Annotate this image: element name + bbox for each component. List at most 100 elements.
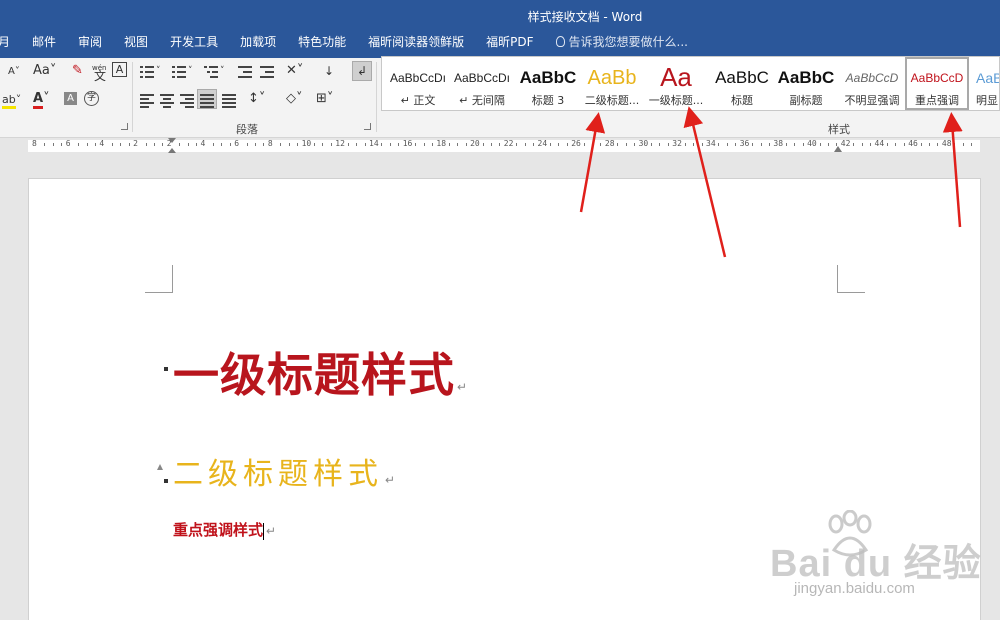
justify-button[interactable]	[197, 89, 217, 109]
tab-view[interactable]: 视图	[124, 33, 148, 50]
paragraph-bullet	[164, 367, 168, 371]
ruler-tick	[886, 143, 888, 146]
tell-me-text: 告诉我您想要做什么...	[568, 34, 688, 49]
ruler-number: 22	[503, 139, 514, 148]
paragraph-dialog-launcher-icon[interactable]	[364, 123, 371, 130]
ruler-tick	[465, 143, 467, 146]
change-case-label: Aa	[33, 63, 50, 78]
highlight-color-button[interactable]: ab˅	[2, 92, 21, 109]
tell-me-search[interactable]: 告诉我您想要做什么...	[555, 33, 688, 50]
line-spacing-icon[interactable]: ↕˅	[248, 91, 265, 107]
ruler-tick	[929, 143, 931, 146]
ruler-tick	[153, 143, 155, 146]
bullets-icon[interactable]	[140, 66, 154, 78]
ruler-tick	[903, 143, 905, 146]
ruler-number: 46	[908, 139, 918, 148]
ruler-tick	[794, 143, 796, 146]
align-right-icon[interactable]	[180, 94, 194, 108]
paragraph-group-label: 段落	[236, 123, 258, 136]
show-formatting-marks-icon[interactable]: ↲	[352, 61, 372, 81]
ruler-number: 30	[638, 139, 649, 148]
ruler-number: 26	[571, 139, 581, 148]
ruler-tick	[381, 143, 383, 146]
decrease-indent-icon[interactable]	[238, 66, 252, 78]
ruler-number: 6	[234, 139, 240, 148]
ruler-tick	[920, 143, 922, 146]
enclose-characters-icon[interactable]: 字	[84, 91, 99, 106]
style-normal[interactable]: AaBbCcDı ↵ 正文	[386, 57, 450, 110]
style-heading-level-2[interactable]: AaBb 二级标题...	[580, 57, 644, 110]
heading-level-2[interactable]: 二级标题样式 ↵	[173, 449, 395, 493]
ruler-tick	[52, 143, 54, 146]
ruler-tick	[566, 143, 568, 146]
ruler-tick	[431, 143, 433, 146]
tab-mailings[interactable]: 邮件	[32, 33, 56, 50]
character-border-button[interactable]: A	[112, 62, 127, 77]
ruler-tick	[120, 143, 122, 146]
tab-developer[interactable]: 开发工具	[170, 33, 218, 50]
style-intense[interactable]: AaBl 明显	[973, 57, 999, 110]
ruler-tick	[196, 143, 198, 146]
increase-indent-icon[interactable]	[260, 66, 274, 78]
ruler-tick	[423, 143, 425, 146]
horizontal-ruler[interactable]: 8 6 4 2 2 4 6 8 10 12 14 16 18 20 22 24 26 28 30 32 34 36 38 40…	[0, 138, 1000, 154]
numbering-icon[interactable]	[172, 66, 186, 78]
title-bar: 样式接收文档 - Word 月 邮件 审阅 视图 开发工具 加载项 特色功能 福…	[0, 0, 1000, 58]
multilevel-list-icon[interactable]	[204, 66, 218, 78]
style-name: 一级标题...	[648, 94, 704, 107]
style-intense-emphasis[interactable]: AaBbCcD 重点强调	[905, 57, 969, 110]
distributed-icon[interactable]	[222, 94, 236, 108]
ruler-tick	[954, 143, 956, 146]
ruler-tick	[625, 143, 627, 146]
style-subtitle[interactable]: AaBbC 副标题	[774, 57, 838, 110]
font-dialog-launcher-icon[interactable]	[121, 123, 128, 130]
asian-layout-icon[interactable]: ✕˅	[286, 63, 303, 79]
font-size-decrease-icon[interactable]: A˅	[8, 64, 20, 80]
intense-emphasis-paragraph[interactable]: 重点强调样式 ↵	[173, 519, 276, 540]
ruler-tick	[533, 143, 535, 146]
ruler-tick	[448, 143, 450, 146]
tab-addins[interactable]: 加载项	[240, 33, 276, 50]
ruler-tick	[187, 143, 189, 146]
align-left-icon[interactable]	[140, 94, 154, 108]
style-subtle-emphasis[interactable]: AaBbCcD 不明显强调	[840, 57, 904, 110]
tab-review[interactable]: 审阅	[78, 33, 102, 50]
font-color-button[interactable]: A˅	[33, 91, 50, 109]
crop-mark-top-left	[145, 265, 173, 293]
ruler-number: 40	[807, 139, 817, 148]
heading-level-1[interactable]: 一级标题样式 ↵	[173, 339, 467, 405]
tab-foxit-reader[interactable]: 福昕阅读器领鲜版	[368, 33, 464, 50]
style-no-spacing[interactable]: AaBbCcDı ↵ 无间隔	[450, 57, 514, 110]
style-heading-3[interactable]: AaBbC 标题 3	[516, 57, 580, 110]
sort-icon[interactable]: ↓	[324, 63, 334, 79]
ruler-tick	[785, 143, 787, 146]
bullets-dropdown-icon[interactable]: ˅	[156, 63, 161, 79]
multilevel-dropdown-icon[interactable]: ˅	[220, 63, 225, 79]
borders-icon[interactable]: ⊞˅	[316, 91, 333, 107]
numbering-dropdown-icon[interactable]: ˅	[188, 63, 193, 79]
align-center-icon[interactable]	[160, 94, 174, 108]
first-line-indent-marker[interactable]	[168, 138, 176, 143]
ruler-number: 32	[672, 139, 682, 148]
style-title[interactable]: AaBbC 标题	[710, 57, 774, 110]
tab-foxit-pdf[interactable]: 福昕PDF	[486, 33, 533, 50]
style-heading-level-1[interactable]: Aa 一级标题...	[644, 57, 708, 110]
ruler-tick	[255, 143, 257, 146]
ruler-number: 4	[99, 139, 105, 148]
style-gallery[interactable]: AaBbCcDı ↵ 正文 AaBbCcDı ↵ 无间隔 AaBbC 标题 3 …	[381, 56, 1000, 111]
right-indent-marker[interactable]	[834, 146, 842, 152]
collapse-triangle-icon[interactable]	[157, 464, 163, 470]
character-shading-icon[interactable]: A	[64, 92, 77, 105]
ruler-tick	[212, 143, 214, 146]
ruler-tick	[229, 143, 231, 146]
ruler-tick	[827, 143, 829, 146]
clear-formatting-icon[interactable]: ✎	[72, 63, 83, 79]
change-case-button[interactable]: Aa˅	[33, 63, 56, 79]
tab-file[interactable]: 月	[0, 33, 10, 50]
hanging-indent-marker[interactable]	[168, 148, 176, 153]
ruler-tick	[111, 143, 113, 146]
shading-icon[interactable]: ◇˅	[286, 91, 303, 107]
ruler-tick	[971, 143, 973, 146]
ruler-number: 36	[739, 139, 750, 148]
tab-special-features[interactable]: 特色功能	[298, 33, 346, 50]
